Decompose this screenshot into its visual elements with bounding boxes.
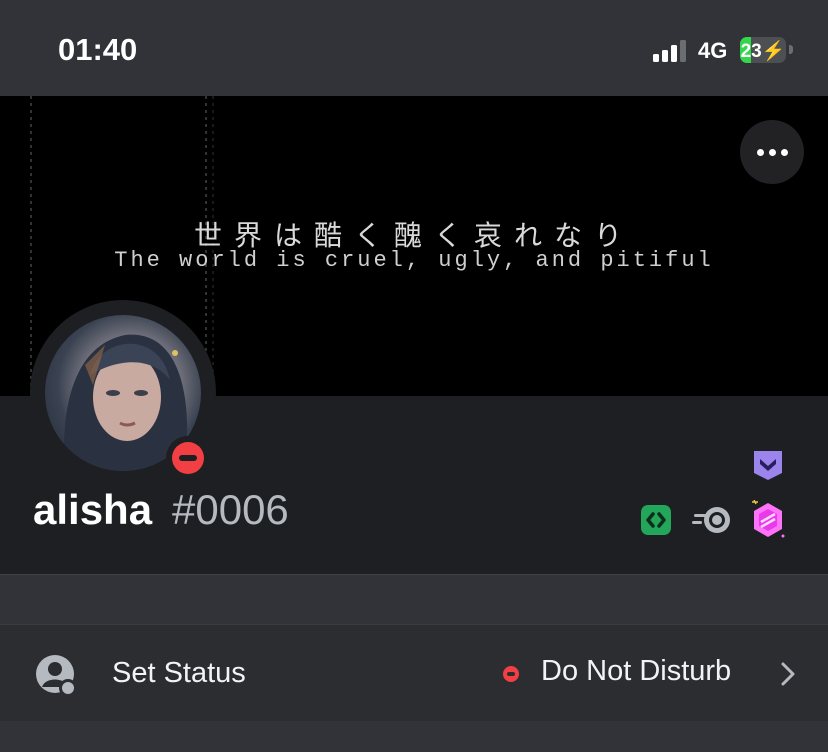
user-status-icon — [36, 655, 77, 697]
banner-text-en: The world is cruel, ugly, and pitiful — [114, 248, 714, 273]
nitro-icon[interactable] — [692, 505, 732, 535]
ios-status-bar: 01:40 4G 23⚡ — [0, 0, 828, 96]
set-status-row[interactable]: Set Status Do Not Disturb — [0, 624, 828, 722]
more-options-button[interactable] — [740, 120, 804, 184]
more-dots-icon — [756, 148, 764, 156]
bottom-area — [0, 721, 828, 752]
dnd-status-icon-small — [503, 666, 519, 682]
chevron-right-icon — [781, 662, 795, 686]
network-type: 4G — [698, 38, 728, 63]
section-divider — [0, 574, 828, 625]
current-status-value: Do Not Disturb — [541, 655, 732, 687]
discriminator: #0006 — [172, 486, 289, 533]
boost-icon[interactable] — [750, 500, 786, 540]
username: alisha — [33, 486, 153, 533]
battery-level: 23 — [740, 41, 762, 62]
active-developer-icon[interactable] — [640, 504, 672, 536]
cellular-signal-icon — [653, 40, 686, 62]
status-time: 01:40 — [58, 32, 138, 67]
battery-icon: 23⚡ — [740, 37, 786, 63]
set-status-label: Set Status — [112, 657, 246, 689]
hypesquad-icon[interactable] — [752, 449, 784, 481]
dnd-status-icon — [172, 442, 204, 474]
battery-cap — [789, 45, 793, 54]
